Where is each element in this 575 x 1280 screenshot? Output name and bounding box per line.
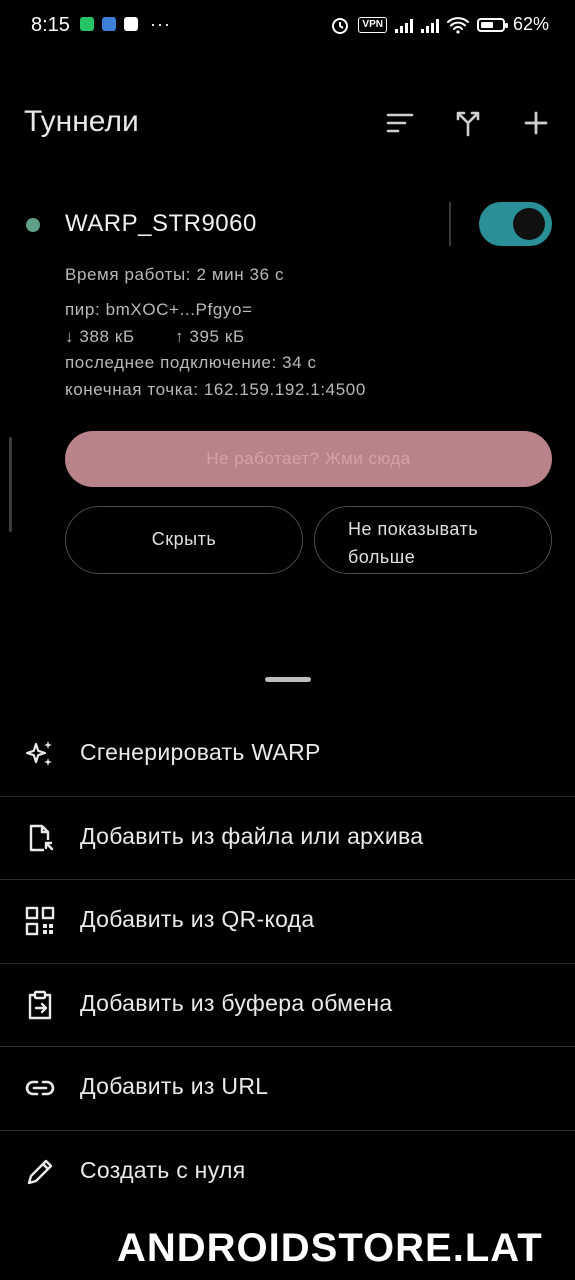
- split-tunnel-icon[interactable]: [453, 108, 483, 138]
- sort-icon[interactable]: [385, 108, 415, 138]
- clipboard-icon: [28, 990, 52, 1020]
- divider: [449, 202, 451, 246]
- edit-icon: [124, 17, 138, 31]
- sparkle-icon: [25, 741, 52, 766]
- qr-code-icon: [25, 906, 55, 936]
- status-bar: 8:15 ··· VPN 62%: [0, 0, 575, 52]
- signal-icon-2: [420, 17, 439, 33]
- menu-item-label: Добавить из QR-кода: [80, 906, 315, 932]
- more-notifications-icon: ···: [150, 14, 171, 34]
- tunnel-name[interactable]: WARP_STR9060: [65, 210, 257, 238]
- file-import-icon: [29, 824, 54, 852]
- link-icon: [25, 1080, 55, 1096]
- tunnel-last-handshake: последнее подключение: 34 с: [65, 353, 317, 372]
- scroll-indicator: [9, 437, 12, 532]
- status-right: VPN 62%: [330, 14, 549, 35]
- pencil-icon: [27, 1159, 53, 1185]
- vpn-badge: VPN: [358, 16, 387, 33]
- menu-item-create-from-scratch[interactable]: Создать с нуля: [0, 1130, 575, 1213]
- tunnel-peer: пир: bmXOC+...Pfgyo=: [65, 300, 253, 319]
- menu-item-label: Добавить из файла или архива: [80, 823, 424, 849]
- sheet-drag-handle[interactable]: [265, 677, 311, 682]
- menu-item-add-from-clipboard[interactable]: Добавить из буфера обмена: [0, 963, 575, 1046]
- menu-item-add-from-file[interactable]: Добавить из файла или архива: [0, 796, 575, 879]
- app-icon: [102, 17, 116, 31]
- menu-item-label: Создать с нуля: [80, 1157, 246, 1183]
- alarm-icon: [332, 17, 349, 34]
- tunnel-uptime: Время работы: 2 мин 36 с: [65, 265, 285, 284]
- hide-button[interactable]: Скрыть: [65, 506, 303, 574]
- tunnel-tx: ↑ 395 кБ: [175, 327, 245, 346]
- whatsapp-icon: [80, 17, 94, 31]
- tunnel-toggle[interactable]: [479, 202, 552, 246]
- notification-icons: ···: [80, 14, 171, 34]
- page-title: Туннели: [24, 105, 139, 138]
- battery-icon: [476, 17, 508, 32]
- watermark: ANDROIDSTORE.LAT: [117, 1226, 543, 1270]
- not-working-button[interactable]: Не работает? Жми сюда: [65, 431, 552, 487]
- menu-item-add-from-qr[interactable]: Добавить из QR-кода: [0, 879, 575, 962]
- signal-icon: [394, 17, 413, 33]
- menu-item-label: Сгенерировать WARP: [80, 739, 321, 765]
- dont-show-again-line1: Не показывать: [348, 519, 479, 539]
- battery-percent: 62%: [512, 14, 549, 34]
- dont-show-again-button[interactable]: Не показывать больше: [314, 506, 552, 574]
- menu-item-label: Добавить из буфера обмена: [80, 990, 393, 1016]
- wifi-icon: [446, 16, 469, 34]
- menu-item-generate-warp[interactable]: Сгенерировать WARP: [0, 712, 575, 795]
- status-time: 8:15: [31, 14, 70, 36]
- toggle-knob: [513, 208, 545, 240]
- tunnel-endpoint: конечная точка: 162.159.192.1:4500: [65, 380, 366, 399]
- tunnel-rx: ↓ 388 кБ: [65, 327, 135, 346]
- tunnel-status-dot: [26, 218, 40, 232]
- add-icon[interactable]: [521, 108, 551, 138]
- menu-item-label: Добавить из URL: [80, 1073, 269, 1099]
- dont-show-again-line2: больше: [348, 547, 416, 567]
- menu-item-add-from-url[interactable]: Добавить из URL: [0, 1046, 575, 1129]
